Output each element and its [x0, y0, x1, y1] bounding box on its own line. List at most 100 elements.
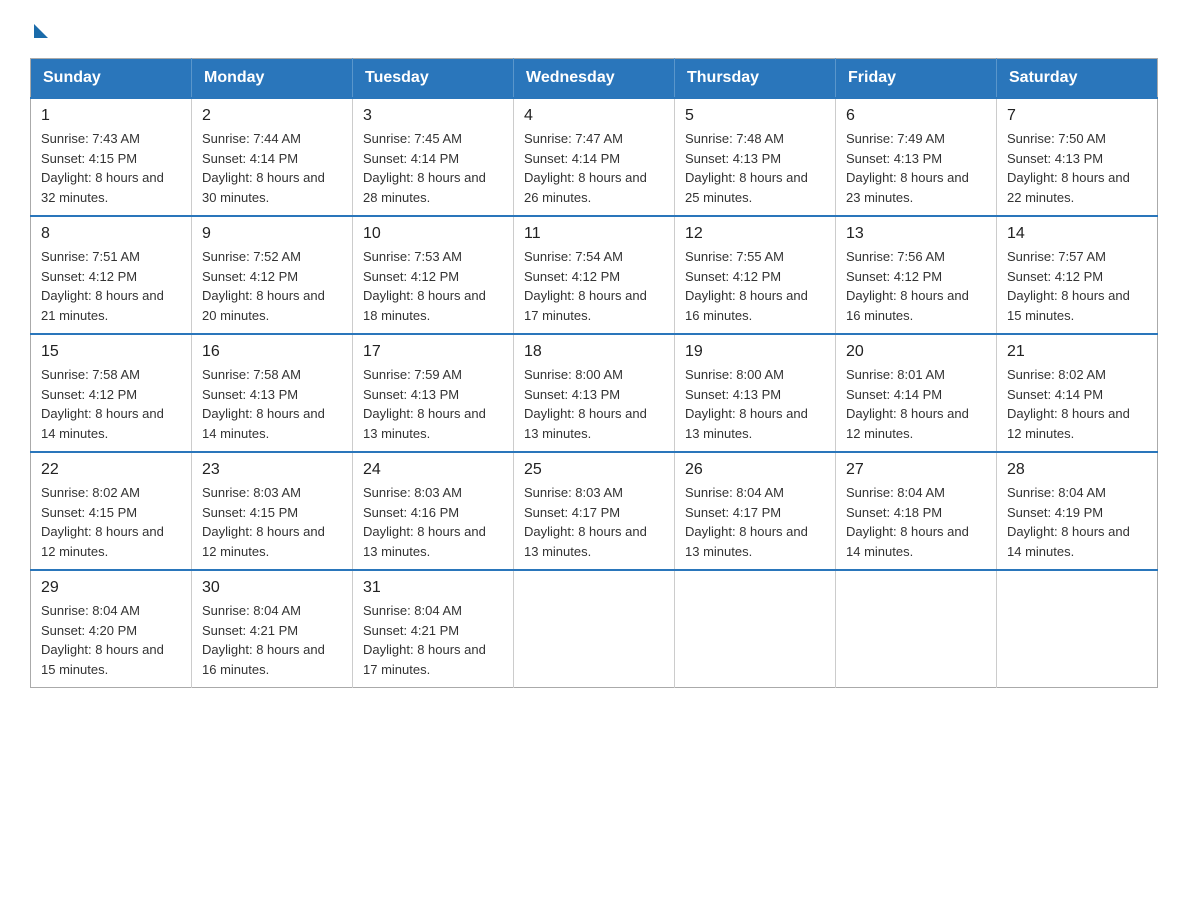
day-info: Sunrise: 8:04 AM Sunset: 4:17 PM Dayligh… [685, 483, 825, 561]
day-number: 4 [524, 107, 664, 125]
day-number: 17 [363, 343, 503, 361]
calendar-cell [514, 570, 675, 688]
day-number: 7 [1007, 107, 1147, 125]
day-info: Sunrise: 7:43 AM Sunset: 4:15 PM Dayligh… [41, 129, 181, 207]
day-info: Sunrise: 7:48 AM Sunset: 4:13 PM Dayligh… [685, 129, 825, 207]
day-info: Sunrise: 7:47 AM Sunset: 4:14 PM Dayligh… [524, 129, 664, 207]
day-number: 25 [524, 461, 664, 479]
day-info: Sunrise: 7:53 AM Sunset: 4:12 PM Dayligh… [363, 247, 503, 325]
day-info: Sunrise: 7:57 AM Sunset: 4:12 PM Dayligh… [1007, 247, 1147, 325]
day-info: Sunrise: 8:03 AM Sunset: 4:17 PM Dayligh… [524, 483, 664, 561]
calendar-body: 1 Sunrise: 7:43 AM Sunset: 4:15 PM Dayli… [31, 98, 1158, 688]
weekday-saturday: Saturday [997, 59, 1158, 99]
day-number: 21 [1007, 343, 1147, 361]
logo [30, 20, 48, 38]
weekday-wednesday: Wednesday [514, 59, 675, 99]
day-info: Sunrise: 7:54 AM Sunset: 4:12 PM Dayligh… [524, 247, 664, 325]
calendar-cell: 14 Sunrise: 7:57 AM Sunset: 4:12 PM Dayl… [997, 216, 1158, 334]
day-number: 15 [41, 343, 181, 361]
calendar-cell: 27 Sunrise: 8:04 AM Sunset: 4:18 PM Dayl… [836, 452, 997, 570]
day-info: Sunrise: 7:51 AM Sunset: 4:12 PM Dayligh… [41, 247, 181, 325]
week-row-4: 22 Sunrise: 8:02 AM Sunset: 4:15 PM Dayl… [31, 452, 1158, 570]
calendar-header: SundayMondayTuesdayWednesdayThursdayFrid… [31, 59, 1158, 99]
weekday-header-row: SundayMondayTuesdayWednesdayThursdayFrid… [31, 59, 1158, 99]
calendar-cell: 21 Sunrise: 8:02 AM Sunset: 4:14 PM Dayl… [997, 334, 1158, 452]
calendar-cell [836, 570, 997, 688]
day-number: 16 [202, 343, 342, 361]
calendar-cell: 25 Sunrise: 8:03 AM Sunset: 4:17 PM Dayl… [514, 452, 675, 570]
calendar-cell: 5 Sunrise: 7:48 AM Sunset: 4:13 PM Dayli… [675, 98, 836, 216]
day-number: 19 [685, 343, 825, 361]
day-number: 23 [202, 461, 342, 479]
calendar-cell: 31 Sunrise: 8:04 AM Sunset: 4:21 PM Dayl… [353, 570, 514, 688]
week-row-1: 1 Sunrise: 7:43 AM Sunset: 4:15 PM Dayli… [31, 98, 1158, 216]
calendar-cell: 28 Sunrise: 8:04 AM Sunset: 4:19 PM Dayl… [997, 452, 1158, 570]
calendar-cell: 7 Sunrise: 7:50 AM Sunset: 4:13 PM Dayli… [997, 98, 1158, 216]
calendar-cell: 3 Sunrise: 7:45 AM Sunset: 4:14 PM Dayli… [353, 98, 514, 216]
day-info: Sunrise: 8:04 AM Sunset: 4:20 PM Dayligh… [41, 601, 181, 679]
day-number: 24 [363, 461, 503, 479]
day-info: Sunrise: 7:50 AM Sunset: 4:13 PM Dayligh… [1007, 129, 1147, 207]
calendar-cell: 2 Sunrise: 7:44 AM Sunset: 4:14 PM Dayli… [192, 98, 353, 216]
day-number: 8 [41, 225, 181, 243]
day-number: 10 [363, 225, 503, 243]
weekday-sunday: Sunday [31, 59, 192, 99]
day-number: 26 [685, 461, 825, 479]
day-number: 18 [524, 343, 664, 361]
day-number: 30 [202, 579, 342, 597]
weekday-monday: Monday [192, 59, 353, 99]
calendar-cell: 1 Sunrise: 7:43 AM Sunset: 4:15 PM Dayli… [31, 98, 192, 216]
weekday-friday: Friday [836, 59, 997, 99]
day-info: Sunrise: 8:01 AM Sunset: 4:14 PM Dayligh… [846, 365, 986, 443]
day-info: Sunrise: 7:52 AM Sunset: 4:12 PM Dayligh… [202, 247, 342, 325]
day-number: 27 [846, 461, 986, 479]
day-info: Sunrise: 8:04 AM Sunset: 4:18 PM Dayligh… [846, 483, 986, 561]
calendar-cell: 16 Sunrise: 7:58 AM Sunset: 4:13 PM Dayl… [192, 334, 353, 452]
day-info: Sunrise: 7:58 AM Sunset: 4:13 PM Dayligh… [202, 365, 342, 443]
day-number: 5 [685, 107, 825, 125]
calendar-cell: 9 Sunrise: 7:52 AM Sunset: 4:12 PM Dayli… [192, 216, 353, 334]
day-number: 1 [41, 107, 181, 125]
day-info: Sunrise: 8:00 AM Sunset: 4:13 PM Dayligh… [524, 365, 664, 443]
day-info: Sunrise: 8:03 AM Sunset: 4:15 PM Dayligh… [202, 483, 342, 561]
day-info: Sunrise: 7:58 AM Sunset: 4:12 PM Dayligh… [41, 365, 181, 443]
logo-arrow-icon [34, 24, 48, 38]
calendar-cell [997, 570, 1158, 688]
calendar-cell: 11 Sunrise: 7:54 AM Sunset: 4:12 PM Dayl… [514, 216, 675, 334]
day-info: Sunrise: 7:56 AM Sunset: 4:12 PM Dayligh… [846, 247, 986, 325]
day-number: 29 [41, 579, 181, 597]
calendar-table: SundayMondayTuesdayWednesdayThursdayFrid… [30, 58, 1158, 688]
calendar-cell: 22 Sunrise: 8:02 AM Sunset: 4:15 PM Dayl… [31, 452, 192, 570]
calendar-cell: 18 Sunrise: 8:00 AM Sunset: 4:13 PM Dayl… [514, 334, 675, 452]
day-number: 14 [1007, 225, 1147, 243]
day-number: 20 [846, 343, 986, 361]
day-number: 13 [846, 225, 986, 243]
calendar-cell: 13 Sunrise: 7:56 AM Sunset: 4:12 PM Dayl… [836, 216, 997, 334]
week-row-5: 29 Sunrise: 8:04 AM Sunset: 4:20 PM Dayl… [31, 570, 1158, 688]
day-number: 9 [202, 225, 342, 243]
day-number: 31 [363, 579, 503, 597]
day-number: 2 [202, 107, 342, 125]
calendar-cell: 29 Sunrise: 8:04 AM Sunset: 4:20 PM Dayl… [31, 570, 192, 688]
week-row-3: 15 Sunrise: 7:58 AM Sunset: 4:12 PM Dayl… [31, 334, 1158, 452]
day-number: 11 [524, 225, 664, 243]
calendar-cell: 23 Sunrise: 8:03 AM Sunset: 4:15 PM Dayl… [192, 452, 353, 570]
day-number: 12 [685, 225, 825, 243]
calendar-cell: 17 Sunrise: 7:59 AM Sunset: 4:13 PM Dayl… [353, 334, 514, 452]
week-row-2: 8 Sunrise: 7:51 AM Sunset: 4:12 PM Dayli… [31, 216, 1158, 334]
day-info: Sunrise: 7:44 AM Sunset: 4:14 PM Dayligh… [202, 129, 342, 207]
calendar-cell: 24 Sunrise: 8:03 AM Sunset: 4:16 PM Dayl… [353, 452, 514, 570]
calendar-cell: 4 Sunrise: 7:47 AM Sunset: 4:14 PM Dayli… [514, 98, 675, 216]
weekday-thursday: Thursday [675, 59, 836, 99]
day-info: Sunrise: 8:02 AM Sunset: 4:15 PM Dayligh… [41, 483, 181, 561]
day-info: Sunrise: 8:04 AM Sunset: 4:19 PM Dayligh… [1007, 483, 1147, 561]
calendar-cell: 20 Sunrise: 8:01 AM Sunset: 4:14 PM Dayl… [836, 334, 997, 452]
day-info: Sunrise: 8:02 AM Sunset: 4:14 PM Dayligh… [1007, 365, 1147, 443]
day-info: Sunrise: 7:59 AM Sunset: 4:13 PM Dayligh… [363, 365, 503, 443]
day-number: 3 [363, 107, 503, 125]
calendar-cell: 8 Sunrise: 7:51 AM Sunset: 4:12 PM Dayli… [31, 216, 192, 334]
day-info: Sunrise: 7:49 AM Sunset: 4:13 PM Dayligh… [846, 129, 986, 207]
calendar-cell: 30 Sunrise: 8:04 AM Sunset: 4:21 PM Dayl… [192, 570, 353, 688]
day-number: 22 [41, 461, 181, 479]
page-header [30, 20, 1158, 38]
